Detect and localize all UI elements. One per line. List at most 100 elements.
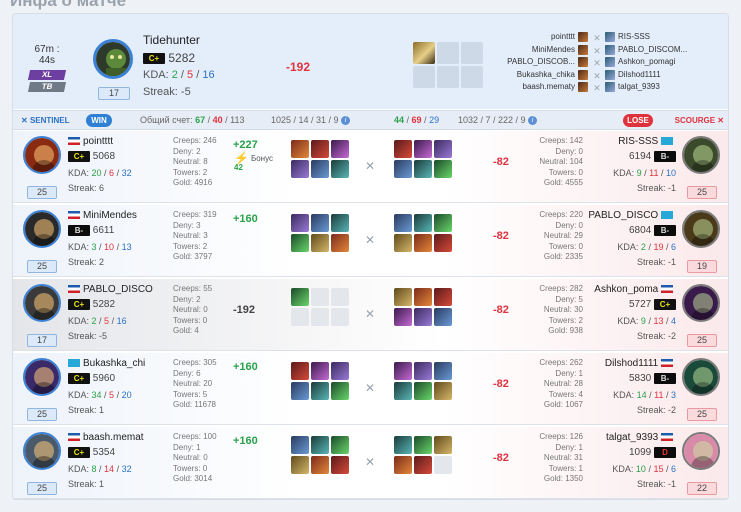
item-icon[interactable]: [394, 140, 412, 158]
match-panel: 67m : 44s XL TB 17 Tidehunter C+ 5282 KD…: [12, 13, 729, 500]
left-hero-avatar[interactable]: [23, 284, 61, 322]
item-icon[interactable]: [291, 160, 309, 178]
item-icon[interactable]: [394, 362, 412, 380]
item-slot-empty: [331, 288, 349, 306]
right-player-name[interactable]: PABLO_DISCO: [588, 210, 676, 221]
hero-rating: 5282: [168, 51, 196, 65]
right-hero-avatar[interactable]: [682, 136, 720, 174]
item-icon[interactable]: [434, 382, 452, 400]
flag-icon: [661, 137, 673, 146]
roster-right-name[interactable]: Ashkon_pomagi: [618, 56, 718, 68]
roster-left-name[interactable]: PABLO_DISCOB...: [491, 56, 575, 68]
item-icon[interactable]: [414, 308, 432, 326]
right-stats: Creeps: 142 Deny: 0 Neutral: 104 Towers: 0G…: [539, 136, 583, 187]
right-player-name[interactable]: RIS-SSS: [588, 136, 676, 147]
item-icon[interactable]: [331, 140, 349, 158]
item-icon[interactable]: [414, 288, 432, 306]
item-icon[interactable]: [394, 456, 412, 474]
item-icon[interactable]: [394, 160, 412, 178]
item-icon[interactable]: [291, 214, 309, 232]
item-icon[interactable]: [434, 362, 452, 380]
item-slot-empty: [331, 308, 349, 326]
roster-right-name[interactable]: Dilshod1111: [618, 69, 718, 81]
right-player-name[interactable]: talgat_9393: [588, 432, 676, 443]
item-icon[interactable]: [394, 214, 412, 232]
item-icon[interactable]: [311, 436, 329, 454]
item-icon[interactable]: [394, 234, 412, 252]
item-icon[interactable]: [434, 140, 452, 158]
item-icon[interactable]: [394, 436, 412, 454]
item-slot[interactable]: [413, 42, 435, 64]
left-hero-avatar[interactable]: [23, 210, 61, 248]
left-player-name[interactable]: Bukashka_chi: [68, 358, 158, 369]
item-icon[interactable]: [434, 160, 452, 178]
item-icon[interactable]: [414, 436, 432, 454]
right-hero-avatar[interactable]: [682, 210, 720, 248]
right-player-name[interactable]: Dilshod1111: [588, 358, 676, 369]
item-icon[interactable]: [414, 160, 432, 178]
item-icon[interactable]: [434, 214, 452, 232]
item-icon[interactable]: [394, 288, 412, 306]
roster-row: pointttt ✕ RIS-SSS: [503, 31, 723, 44]
left-rank: C+ 5354: [68, 447, 115, 458]
item-icon[interactable]: [291, 234, 309, 252]
item-icon[interactable]: [331, 382, 349, 400]
left-hero-avatar[interactable]: [23, 136, 61, 174]
left-player-name[interactable]: baash.memat: [68, 432, 158, 443]
item-icon[interactable]: [291, 288, 309, 306]
item-icon[interactable]: [291, 140, 309, 158]
item-icon[interactable]: [414, 456, 432, 474]
item-icon[interactable]: [311, 382, 329, 400]
item-icon[interactable]: [291, 362, 309, 380]
item-icon[interactable]: [311, 456, 329, 474]
left-hero-avatar[interactable]: [23, 358, 61, 396]
item-icon[interactable]: [311, 362, 329, 380]
info-icon[interactable]: i: [341, 116, 351, 126]
player-row: 25 baash.memat C+ 5354 KDA: 8 / 14 / 32 …: [13, 427, 728, 499]
roster-right-name[interactable]: PABLO_DISCOM...: [618, 44, 718, 56]
roster-right-name[interactable]: talgat_9393: [618, 81, 718, 93]
right-hero-avatar[interactable]: [682, 284, 720, 322]
left-hero-avatar[interactable]: [23, 432, 61, 470]
item-icon[interactable]: [331, 436, 349, 454]
item-icon[interactable]: [394, 308, 412, 326]
item-icon[interactable]: [414, 140, 432, 158]
item-icon[interactable]: [331, 456, 349, 474]
item-icon[interactable]: [311, 140, 329, 158]
item-icon[interactable]: [311, 234, 329, 252]
hero-avatar[interactable]: [93, 39, 133, 79]
left-player-name[interactable]: PABLO_DISCO: [68, 284, 158, 295]
right-player-name[interactable]: Ashkon_poma: [588, 284, 676, 295]
item-icon[interactable]: [291, 436, 309, 454]
item-icon[interactable]: [331, 160, 349, 178]
item-icon[interactable]: [434, 436, 452, 454]
hero-name: Tidehunter: [143, 33, 200, 47]
item-icon[interactable]: [331, 214, 349, 232]
roster-right-name[interactable]: RIS-SSS: [618, 31, 718, 43]
roster-left-name[interactable]: baash.mematy: [491, 81, 575, 93]
left-player-name[interactable]: MiniMendes: [68, 210, 158, 221]
item-icon[interactable]: [414, 234, 432, 252]
item-icon[interactable]: [434, 308, 452, 326]
item-icon[interactable]: [311, 214, 329, 232]
item-icon[interactable]: [331, 362, 349, 380]
item-icon[interactable]: [434, 288, 452, 306]
roster-left-name[interactable]: Bukashka_chika: [491, 69, 575, 81]
right-hero-avatar[interactable]: [682, 432, 720, 470]
item-icon[interactable]: [434, 234, 452, 252]
roster-left-name[interactable]: pointttt: [491, 31, 575, 43]
scourge-stats: 1032 / 7 / 222 / 9 i: [458, 111, 538, 130]
item-icon[interactable]: [414, 214, 432, 232]
item-icon[interactable]: [311, 160, 329, 178]
item-icon[interactable]: [414, 382, 432, 400]
scourge-label: SCOURGE ✕: [674, 116, 724, 125]
item-icon[interactable]: [331, 234, 349, 252]
item-icon[interactable]: [394, 382, 412, 400]
info-icon[interactable]: i: [528, 116, 538, 126]
left-player-name[interactable]: pointttt: [68, 136, 158, 147]
item-icon[interactable]: [414, 362, 432, 380]
right-hero-avatar[interactable]: [682, 358, 720, 396]
item-icon[interactable]: [291, 456, 309, 474]
roster-left-name[interactable]: MiniMendes: [491, 44, 575, 56]
item-icon[interactable]: [291, 382, 309, 400]
